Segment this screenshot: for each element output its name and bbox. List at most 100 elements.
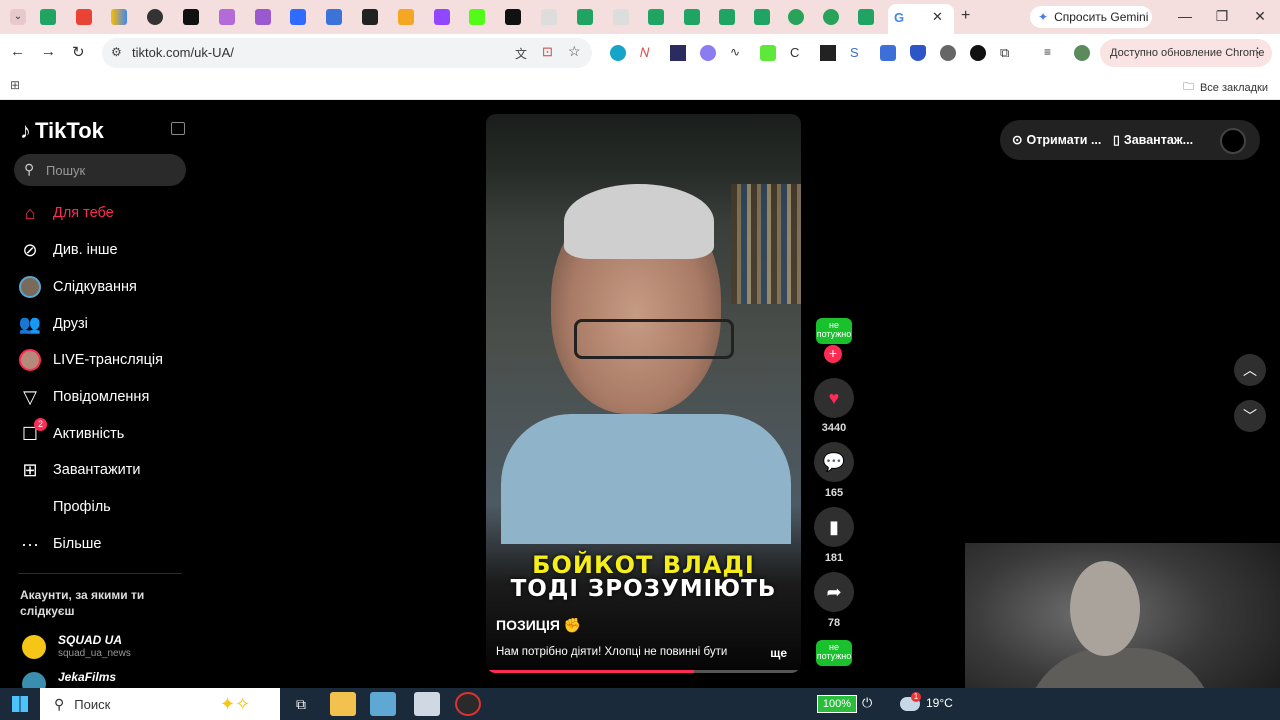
all-bookmarks-button[interactable]: 🗀 Все закладки (1183, 78, 1268, 97)
tab-favicon-twitch-icon[interactable] (434, 9, 450, 25)
apps-grid-icon[interactable]: ⊞ (10, 78, 20, 92)
ext-plane-icon[interactable] (880, 45, 896, 61)
ext-hash-icon[interactable] (670, 45, 686, 61)
tab-favicon-messenger-icon[interactable] (290, 9, 306, 25)
tab-search-chevron-icon[interactable]: ⌄ (10, 9, 26, 25)
tab-favicon-drive-icon[interactable] (111, 9, 127, 25)
tab-favicon-purple2-icon[interactable] (255, 9, 271, 25)
tab-favicon-globe2-icon[interactable] (823, 9, 839, 25)
tab-favicon-infinity2-icon[interactable] (505, 9, 521, 25)
video-player[interactable]: БОЙКОТ ВЛАДІ ТОДІ ЗРОЗУМІЮТЬ ПОЗИЦІЯ ✊ Н… (486, 114, 801, 673)
tiktok-logo[interactable]: ♪ TikTok (20, 118, 104, 144)
tab-favicon-infinity-icon[interactable] (183, 9, 199, 25)
tab-favicon-gmail2-icon[interactable] (541, 9, 557, 25)
previous-video-button[interactable]: ︿ (1234, 354, 1266, 386)
temperature-label[interactable]: 19°C (926, 696, 953, 710)
nav-label: Для тебе (53, 205, 114, 221)
translate-icon[interactable]: 文 (515, 45, 527, 62)
ext-planet-icon[interactable] (940, 45, 956, 61)
tab-close-icon[interactable]: ✕ (932, 9, 943, 25)
screen-recorder-icon[interactable] (455, 692, 481, 716)
install-app-icon[interactable]: ⊡ (542, 44, 553, 60)
nav-profile[interactable]: Профіль (18, 493, 188, 521)
search-input[interactable]: ⚲ Пошук (14, 154, 186, 186)
tab-favicon-green2-icon[interactable] (648, 9, 664, 25)
ext-c-icon[interactable]: C (790, 45, 806, 61)
nav-following[interactable]: Слідкування (18, 273, 188, 301)
tab-favicon-circle-icon[interactable] (147, 9, 163, 25)
comment-button[interactable]: 💬 (814, 442, 854, 482)
tab-favicon-dark-icon[interactable] (362, 9, 378, 25)
media-control-icon[interactable]: ≡ (1044, 45, 1060, 61)
get-coins-button[interactable]: ⊙ Отримати ... (1012, 132, 1102, 148)
ext-dark-icon[interactable] (820, 45, 836, 61)
back-icon[interactable]: ← (10, 43, 25, 60)
task-view-icon[interactable]: ⧉ (288, 692, 314, 716)
nav-more[interactable]: ··· Більше (18, 530, 188, 558)
ext-a-icon[interactable] (970, 45, 986, 61)
taskbar-search[interactable]: ⚲ Поиск ✦✧ (40, 688, 280, 720)
reload-icon[interactable]: ↻ (72, 43, 85, 61)
active-tab[interactable]: G ✕ (888, 4, 954, 34)
file-explorer-icon[interactable] (330, 692, 356, 716)
bookmark-star-icon[interactable]: ☆ (568, 43, 581, 60)
nav-messages[interactable]: ▽ Повідомлення (18, 383, 188, 411)
tab-favicon-green6-icon[interactable] (858, 9, 874, 25)
notes-app-icon[interactable] (370, 692, 396, 716)
tab-favicon-green4-icon[interactable] (719, 9, 735, 25)
nav-live[interactable]: LIVE-трансляція (18, 346, 188, 374)
ext-shield-icon[interactable] (910, 45, 926, 61)
video-progress-bar[interactable] (486, 670, 801, 673)
ext-blue-icon[interactable] (610, 45, 626, 61)
more-button[interactable]: ще (770, 646, 787, 660)
tab-favicon-orange-icon[interactable] (398, 9, 414, 25)
video-background-bookshelf (731, 184, 801, 304)
forward-icon[interactable]: → (41, 43, 56, 60)
chrome-update-button[interactable]: Доступно обновление Chrome ⋮ (1100, 39, 1272, 67)
tab-favicon-globe-icon[interactable] (788, 9, 804, 25)
ext-n-icon[interactable]: 𝑁 (640, 45, 656, 61)
tab-favicon-green3-icon[interactable] (684, 9, 700, 25)
next-video-button[interactable]: ﹀ (1234, 400, 1266, 432)
close-window-icon[interactable]: ✕ (1250, 8, 1270, 25)
tab-favicon-gmail-icon[interactable] (76, 9, 92, 25)
windows-start-icon[interactable] (12, 696, 28, 712)
collapse-sidebar-icon[interactable] (171, 122, 185, 135)
nav-friends[interactable]: 👥 Друзі (18, 310, 188, 338)
tab-favicon-meet-icon[interactable] (40, 9, 56, 25)
nav-upload[interactable]: ⊞ Завантажити (18, 456, 188, 484)
battery-indicator[interactable]: 100% (817, 695, 857, 713)
profile-avatar-icon[interactable] (1074, 45, 1090, 61)
restore-icon[interactable]: ❐ (1212, 8, 1232, 25)
nav-explore[interactable]: ⊘ Див. інше (18, 236, 188, 264)
avatar (22, 672, 46, 688)
user-avatar[interactable] (1220, 128, 1246, 154)
nav-for-you[interactable]: ⌂ Для тебе (18, 199, 188, 227)
minimize-icon[interactable]: — (1175, 8, 1195, 24)
ext-cloud-icon[interactable] (700, 45, 716, 61)
ext-s-icon[interactable]: S (850, 45, 866, 61)
new-tab-icon[interactable]: + (961, 7, 970, 25)
creator-avatar[interactable]: не потужно (816, 318, 852, 344)
gemini-button[interactable]: ✦ Спросить Gemini (1030, 6, 1152, 28)
tab-favicon-green-icon[interactable] (577, 9, 593, 25)
share-button[interactable]: ➦ (814, 572, 854, 612)
download-app-button[interactable]: ▯ Завантаж... (1113, 132, 1193, 148)
tab-favicon-green5-icon[interactable] (754, 9, 770, 25)
ext-green-icon[interactable] (760, 45, 776, 61)
tab-favicon-purple-icon[interactable] (219, 9, 235, 25)
get-coins-label: Отримати ... (1026, 132, 1102, 147)
extensions-puzzle-icon[interactable]: ⧉ (1000, 45, 1016, 61)
tab-favicon-blue-icon[interactable] (326, 9, 342, 25)
document-app-icon[interactable] (414, 692, 440, 716)
ext-wave-icon[interactable]: ∿ (730, 45, 746, 61)
follow-plus-icon[interactable]: + (824, 345, 842, 363)
music-disc-avatar[interactable]: не потужно (816, 640, 852, 666)
save-button[interactable]: ▮ (814, 507, 854, 547)
tab-favicon-kick-icon[interactable] (469, 9, 485, 25)
address-bar[interactable]: ⚙ tiktok.com/uk-UA/ 文 ⊡ ☆ (102, 38, 592, 68)
site-info-icon[interactable]: ⚙ (111, 45, 122, 59)
like-button[interactable]: ♥ (814, 378, 854, 418)
tab-favicon-gmail3-icon[interactable] (613, 9, 629, 25)
nav-activity[interactable]: ☐ 2 Активність (18, 418, 188, 448)
